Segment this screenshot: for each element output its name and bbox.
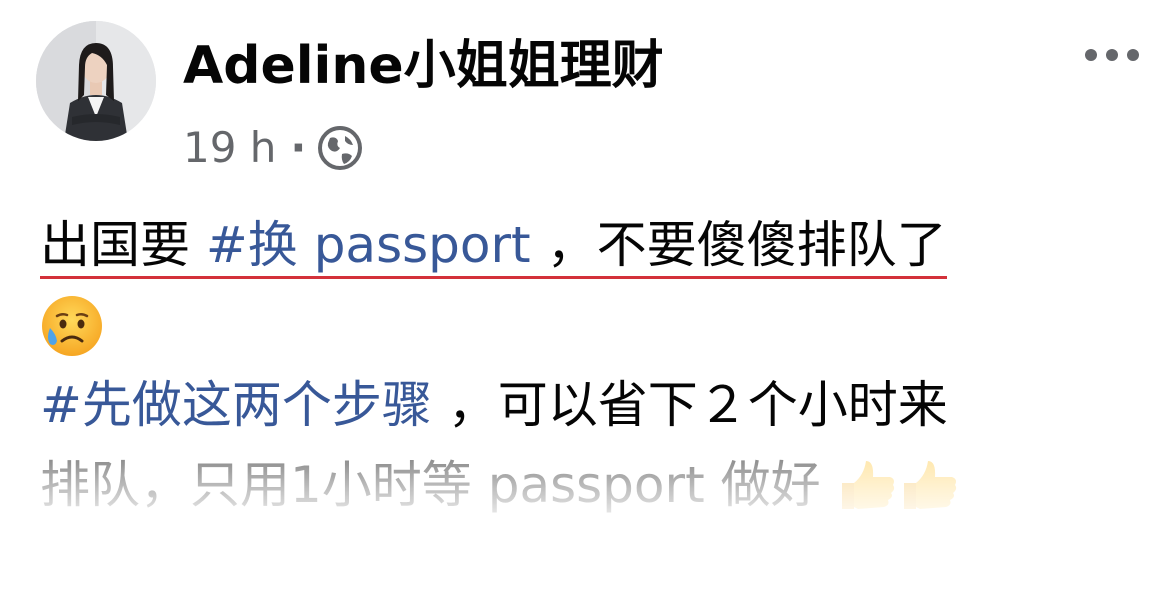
- meta-separator: ·: [290, 123, 307, 172]
- post-timestamp[interactable]: 19 h: [183, 120, 276, 176]
- sad-relieved-face-emoji: [40, 294, 104, 358]
- thumbs-up-emoji: [898, 453, 960, 515]
- hashtag-two-steps[interactable]: #先做这两个步骤: [40, 376, 432, 434]
- line3-suffix: ，可以省下２个小时来: [431, 376, 948, 434]
- line1-suffix: ，不要傻傻排队了: [530, 216, 947, 274]
- author-avatar[interactable]: [36, 21, 156, 141]
- post-line-2: [40, 285, 1140, 365]
- post-meta: 19 h ·: [183, 120, 363, 176]
- post-line-4: 排队，只用1小时等 passport 做好: [40, 445, 1140, 525]
- post-header: Adeline小姐姐理财 19 h ·: [0, 0, 1170, 190]
- more-dots-icon: [1085, 49, 1139, 61]
- hashtag-passport[interactable]: #换 passport: [206, 216, 531, 274]
- post-body: 出国要 #换 passport ，不要傻傻排队了 #先做这两个步骤 ，可以省下２…: [40, 205, 1140, 525]
- post-line-3: #先做这两个步骤 ，可以省下２个小时来: [40, 365, 1140, 445]
- more-options-button[interactable]: [1082, 40, 1142, 70]
- author-name[interactable]: Adeline小姐姐理财: [183, 34, 664, 98]
- thumbs-up-emoji: [836, 453, 898, 515]
- line4-text: 排队，只用1小时等 passport 做好: [40, 456, 821, 514]
- post-line-1: 出国要 #换 passport ，不要傻傻排队了: [40, 205, 1140, 285]
- facebook-post: Adeline小姐姐理财 19 h · 出国要 #换 passport ，不要傻…: [0, 0, 1170, 601]
- underlined-title: 出国要 #换 passport ，不要傻傻排队了: [40, 214, 947, 279]
- line1-prefix: 出国要: [40, 216, 206, 274]
- globe-icon[interactable]: [318, 126, 363, 170]
